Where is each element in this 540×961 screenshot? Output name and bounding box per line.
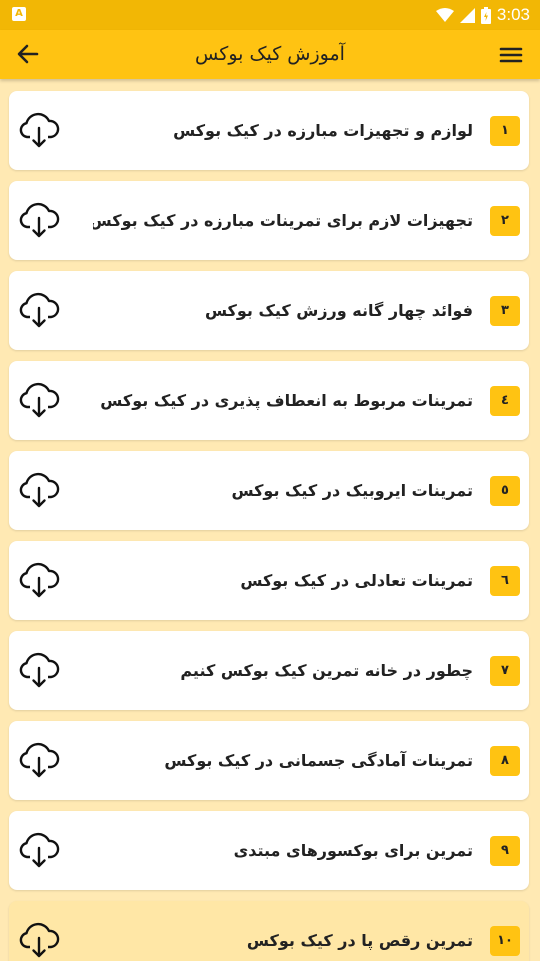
download-button[interactable] [18,289,60,331]
item-number: ٥ [490,476,520,506]
cloud-download-icon [19,832,60,868]
app-bar: آموزش کیک بوکس [0,30,540,79]
cloud-download-icon [19,562,60,598]
item-title: تمرین رقص پا در کیک بوکس [246,931,473,950]
item-title: تمرین برای بوکسورهای مبتدی [233,841,473,860]
download-button[interactable] [18,829,60,871]
item-title: چطور در خانه تمرین کیک بوکس کنیم [180,661,473,680]
item-number: ۱ [490,116,520,146]
item-number: ۱۰ [490,926,520,956]
cloud-download-icon [19,292,60,328]
menu-button[interactable] [498,43,524,67]
item-title: تمرینات مربوط به انعطاف پذیری در کیک بوک… [100,391,473,410]
lesson-list: ۱ لوازم و تجهیزات مبارزه در کیک بوکس ۲ ت… [0,79,540,961]
item-number: ۸ [490,746,520,776]
list-item[interactable]: ۱ لوازم و تجهیزات مبارزه در کیک بوکس [9,91,529,170]
item-title: لوازم و تجهیزات مبارزه در کیک بوکس [173,121,473,140]
list-item[interactable]: ۹ تمرین برای بوکسورهای مبتدی [9,811,529,890]
item-title: تمرینات آمادگی جسمانی در کیک بوکس [164,751,473,770]
cloud-download-icon [19,202,60,238]
cloud-download-icon [19,742,60,778]
item-number: ۳ [490,296,520,326]
list-item[interactable]: ۷ چطور در خانه تمرین کیک بوکس کنیم [9,631,529,710]
cloud-download-icon [19,112,60,148]
item-number: ٤ [490,386,520,416]
battery-icon [480,6,491,24]
item-title: تمرینات تعادلی در کیک بوکس [240,571,473,590]
notification-icon: A [12,7,26,21]
status-icons: 3:03 [435,4,530,26]
download-button[interactable] [18,919,60,961]
list-item[interactable]: ٦ تمرینات تعادلی در کیک بوکس [9,541,529,620]
cloud-download-icon [19,472,60,508]
status-bar: A 3:03 [0,0,540,30]
item-title: تجهیزات لازم برای تمرینات مبارزه در کیک … [93,211,473,230]
status-time: 3:03 [496,5,530,24]
wifi-icon [435,8,454,22]
download-button[interactable] [18,469,60,511]
list-item[interactable]: ٥ تمرینات ایروبیک در کیک بوکس [9,451,529,530]
item-title: تمرینات ایروبیک در کیک بوکس [231,481,473,500]
download-button[interactable] [18,199,60,241]
list-item[interactable]: ٤ تمرینات مربوط به انعطاف پذیری در کیک ب… [9,361,529,440]
item-number: ۲ [490,206,520,236]
signal-icon [459,7,475,23]
item-title: فوائد چهار گانه ورزش کیک بوکس [204,301,473,320]
download-button[interactable] [18,739,60,781]
item-number: ۹ [490,836,520,866]
list-item[interactable]: ۱۰ تمرین رقص پا در کیک بوکس [9,901,529,961]
page-title: آموزش کیک بوکس [195,43,345,65]
download-button[interactable] [18,559,60,601]
download-button[interactable] [18,109,60,151]
item-number: ۷ [490,656,520,686]
download-button[interactable] [18,649,60,691]
item-number: ٦ [490,566,520,596]
list-item[interactable]: ۲ تجهیزات لازم برای تمرینات مبارزه در کی… [9,181,529,260]
list-item[interactable]: ۳ فوائد چهار گانه ورزش کیک بوکس [9,271,529,350]
cloud-download-icon [19,922,60,958]
download-button[interactable] [18,379,60,421]
cloud-download-icon [19,652,60,688]
list-item[interactable]: ۸ تمرینات آمادگی جسمانی در کیک بوکس [9,721,529,800]
cloud-download-icon [19,382,60,418]
hamburger-icon [499,47,523,63]
